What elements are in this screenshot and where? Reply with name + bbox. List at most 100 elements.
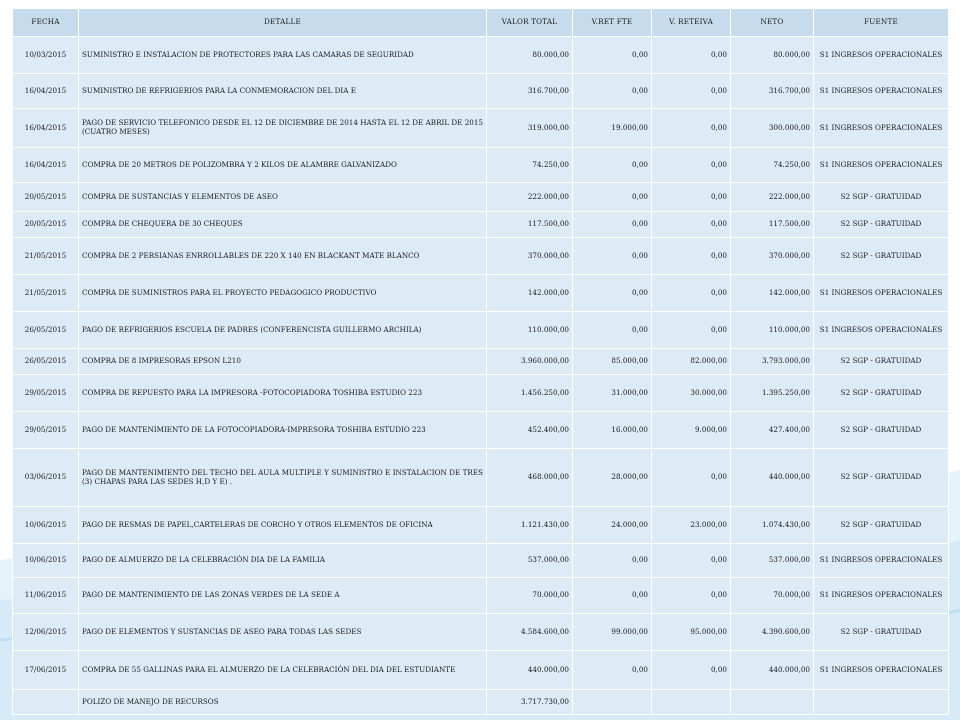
cell-valor: 142.000,00: [486, 274, 573, 312]
cell-retfte: 0,00: [572, 36, 652, 74]
cell-retfte: 0,00: [572, 237, 652, 275]
cell-reteiva: 0,00: [651, 211, 731, 238]
cell-neto: 80.000,00: [730, 36, 814, 74]
cell-fecha: 21/05/2015: [12, 274, 79, 312]
cell-retfte: 19.000,00: [572, 108, 652, 148]
table-row: 21/05/2015 COMPRA DE SUMINISTROS PARA EL …: [12, 274, 949, 312]
cell-valor: 468.000,00: [486, 448, 573, 507]
cell-detalle: PAGO DE SERVICIO TELEFONICO DESDE EL 12 …: [78, 108, 487, 148]
cell-fuente: S1 INGRESOS OPERACIONALES: [813, 73, 949, 109]
table-row: 26/05/2015 COMPRA DE 8 IMPRESORAS EPSON L…: [12, 348, 949, 375]
cell-fecha: 29/05/2015: [12, 411, 79, 449]
cell-fecha: 16/04/2015: [12, 147, 79, 183]
cell-detalle: PAGO DE ALMUERZO DE LA CELEBRACIÓN DIA D…: [78, 543, 487, 578]
cell-detalle: POLIZO DE MANEJO DE RECURSOS: [78, 689, 487, 715]
cell-neto: 427.400,00: [730, 411, 814, 449]
table-row: 29/05/2015 PAGO DE MANTENIMIENTO DE LA FO…: [12, 411, 949, 449]
cell-valor: 110.000,00: [486, 311, 573, 349]
table-row: 26/05/2015 PAGO DE REFRIGERIOS ESCUELA DE…: [12, 311, 949, 349]
cell-reteiva: 0,00: [651, 73, 731, 109]
expense-table-container: FECHA DETALLE VALOR TOTAL V.RET FTE V. R…: [12, 8, 949, 715]
cell-detalle: COMPRA DE CHEQUERA DE 30 CHEQUES: [78, 211, 487, 238]
cell-neto: 3.793.000,00: [730, 348, 814, 375]
cell-fecha: [12, 689, 79, 715]
cell-fuente: S2 SGP - GRATUIDAD: [813, 411, 949, 449]
cell-detalle: PAGO DE MANTENIMIENTO DEL TECHO DEL AULA…: [78, 448, 487, 507]
cell-retfte: [572, 689, 652, 715]
cell-reteiva: 0,00: [651, 311, 731, 349]
cell-retfte: 0,00: [572, 147, 652, 183]
cell-detalle: COMPRA DE 55 GALLINAS PARA EL ALMUERZO D…: [78, 650, 487, 690]
cell-retfte: 0,00: [572, 73, 652, 109]
cell-valor: 1.456.250,00: [486, 374, 573, 412]
cell-retfte: 0,00: [572, 650, 652, 690]
cell-neto: 74.250,00: [730, 147, 814, 183]
table-row: POLIZO DE MANEJO DE RECURSOS 3.717.730,00: [12, 689, 949, 715]
cell-neto: 70.000,00: [730, 577, 814, 614]
cell-detalle: PAGO DE RESMAS DE PAPEL,CARTELERAS DE CO…: [78, 506, 487, 544]
cell-reteiva: 95.000,00: [651, 613, 731, 651]
cell-retfte: 31.000,00: [572, 374, 652, 412]
cell-fecha: 16/04/2015: [12, 73, 79, 109]
cell-neto: 222.000,00: [730, 182, 814, 212]
cell-fuente: S1 INGRESOS OPERACIONALES: [813, 311, 949, 349]
cell-fecha: 12/06/2015: [12, 613, 79, 651]
table-row: 03/06/2015 PAGO DE MANTENIMIENTO DEL TECH…: [12, 448, 949, 507]
cell-neto: 110.000,00: [730, 311, 814, 349]
table-row: 10/06/2015 PAGO DE RESMAS DE PAPEL,CARTEL…: [12, 506, 949, 544]
cell-reteiva: 0,00: [651, 182, 731, 212]
cell-neto: 1.395.250,00: [730, 374, 814, 412]
cell-fecha: 10/06/2015: [12, 506, 79, 544]
header-ret-fte: V.RET FTE: [572, 8, 652, 37]
table-row: 17/06/2015 COMPRA DE 55 GALLINAS PARA EL …: [12, 650, 949, 690]
cell-fuente: S2 SGP - GRATUIDAD: [813, 448, 949, 507]
cell-fuente: S2 SGP - GRATUIDAD: [813, 506, 949, 544]
cell-reteiva: 0,00: [651, 650, 731, 690]
cell-reteiva: [651, 689, 731, 715]
cell-valor: 3.960.000,00: [486, 348, 573, 375]
cell-fuente: S1 INGRESOS OPERACIONALES: [813, 274, 949, 312]
header-detalle: DETALLE: [78, 8, 487, 37]
cell-detalle: PAGO DE MANTENIMIENTO DE LAS ZONAS VERDE…: [78, 577, 487, 614]
cell-fuente: S2 SGP - GRATUIDAD: [813, 182, 949, 212]
cell-reteiva: 0,00: [651, 36, 731, 74]
cell-fuente: S2 SGP - GRATUIDAD: [813, 348, 949, 375]
cell-detalle: COMPRA DE 8 IMPRESORAS EPSON L210: [78, 348, 487, 375]
header-fuente: FUENTE: [813, 8, 949, 37]
cell-valor: 440.000,00: [486, 650, 573, 690]
cell-neto: 117.500,00: [730, 211, 814, 238]
cell-valor: 3.717.730,00: [486, 689, 573, 715]
header-valor-total: VALOR TOTAL: [486, 8, 573, 37]
cell-neto: 1.074.430,00: [730, 506, 814, 544]
cell-retfte: 0,00: [572, 182, 652, 212]
cell-valor: 74.250,00: [486, 147, 573, 183]
header-reteiva: V. RETEIVA: [651, 8, 731, 37]
cell-fuente: S2 SGP - GRATUIDAD: [813, 237, 949, 275]
cell-reteiva: 0,00: [651, 274, 731, 312]
cell-reteiva: 82.000,00: [651, 348, 731, 375]
cell-retfte: 0,00: [572, 577, 652, 614]
cell-fecha: 17/06/2015: [12, 650, 79, 690]
cell-fuente: S1 INGRESOS OPERACIONALES: [813, 147, 949, 183]
cell-valor: 319.000,00: [486, 108, 573, 148]
cell-neto: 142.000,00: [730, 274, 814, 312]
cell-fecha: 26/05/2015: [12, 311, 79, 349]
cell-neto: [730, 689, 814, 715]
table-row: 12/06/2015 PAGO DE ELEMENTOS Y SUSTANCIAS…: [12, 613, 949, 651]
table-row: 11/06/2015 PAGO DE MANTENIMIENTO DE LAS Z…: [12, 577, 949, 614]
cell-valor: 370.000,00: [486, 237, 573, 275]
cell-detalle: PAGO DE MANTENIMIENTO DE LA FOTOCOPIADOR…: [78, 411, 487, 449]
cell-valor: 316.700,00: [486, 73, 573, 109]
cell-fuente: S1 INGRESOS OPERACIONALES: [813, 108, 949, 148]
cell-detalle: COMPRA DE REPUESTO PARA LA IMPRESORA -FO…: [78, 374, 487, 412]
cell-neto: 537.000,00: [730, 543, 814, 578]
cell-fuente: S2 SGP - GRATUIDAD: [813, 211, 949, 238]
cell-fuente: S1 INGRESOS OPERACIONALES: [813, 650, 949, 690]
cell-reteiva: 0,00: [651, 147, 731, 183]
cell-fecha: 10/06/2015: [12, 543, 79, 578]
cell-neto: 316.700,00: [730, 73, 814, 109]
cell-neto: 440.000,00: [730, 650, 814, 690]
cell-fecha: 16/04/2015: [12, 108, 79, 148]
cell-reteiva: 9.000,00: [651, 411, 731, 449]
cell-fuente: S2 SGP - GRATUIDAD: [813, 613, 949, 651]
